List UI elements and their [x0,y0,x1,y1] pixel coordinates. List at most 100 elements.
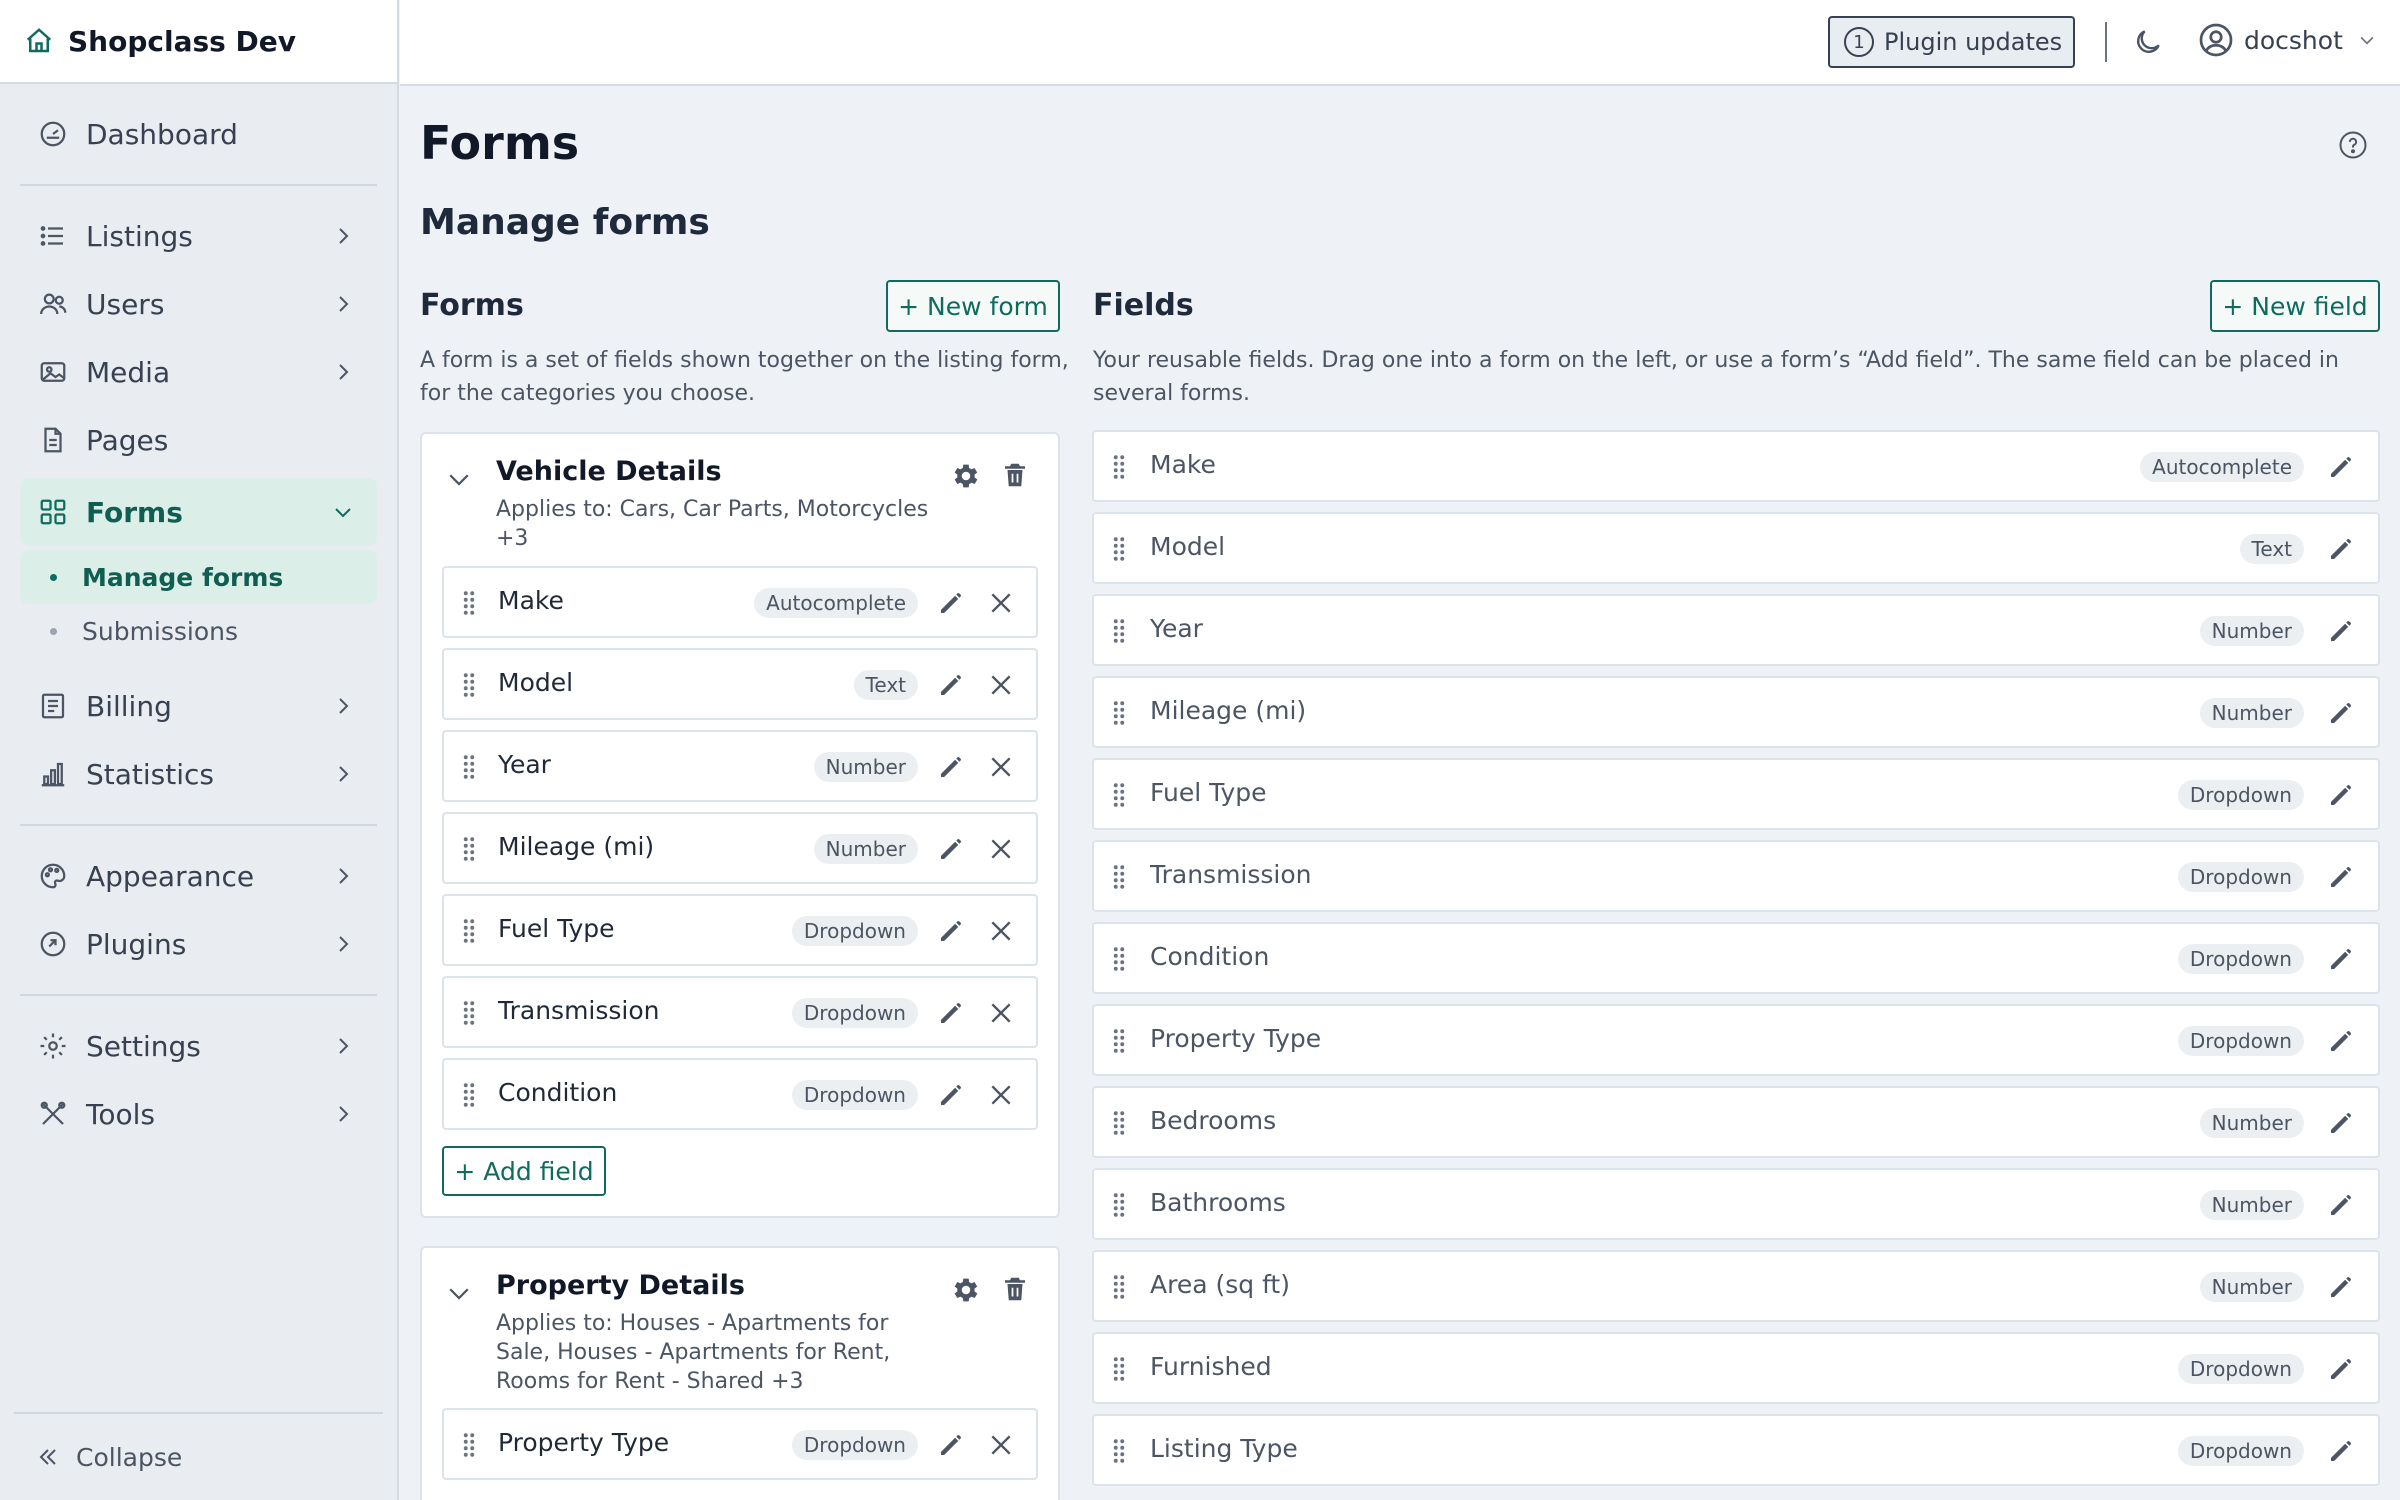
pencil-icon[interactable] [936,752,966,782]
close-icon[interactable] [988,918,1014,944]
sidebar-item-billing[interactable]: Billing [20,672,377,740]
sidebar-item-dashboard[interactable]: Dashboard [20,100,377,168]
field-library-row[interactable]: Property Type Dropdown [1092,1004,2380,1076]
pencil-icon[interactable] [2326,1354,2356,1384]
chevron-down-icon[interactable] [444,464,474,494]
sidebar-subitem-submissions[interactable]: Submissions [20,604,377,658]
field-library-row[interactable]: Listing Type Dropdown [1092,1414,2380,1486]
drag-handle-icon[interactable] [462,918,476,944]
pencil-icon[interactable] [2326,452,2356,482]
drag-handle-icon[interactable] [1112,864,1126,890]
sidebar-item-users[interactable]: Users [20,270,377,338]
sidebar-item-listings[interactable]: Listings [20,202,377,270]
drag-handle-icon[interactable] [1112,1110,1126,1136]
add-field-button[interactable]: + Add field [442,1146,606,1196]
pencil-icon[interactable] [2326,1108,2356,1138]
close-icon[interactable] [988,672,1014,698]
close-icon[interactable] [988,1000,1014,1026]
pencil-icon[interactable] [2326,534,2356,564]
pencil-icon[interactable] [936,588,966,618]
drag-handle-icon[interactable] [462,672,476,698]
field-library-row[interactable]: Area (sq ft) Number [1092,1250,2380,1322]
drag-handle-icon[interactable] [462,1000,476,1026]
drag-handle-icon[interactable] [1112,700,1126,726]
pencil-icon[interactable] [936,1430,966,1460]
sidebar-item-plugins[interactable]: Plugins [20,910,377,978]
sidebar-subitem-manage-forms[interactable]: Manage forms [20,550,377,604]
close-icon[interactable] [988,836,1014,862]
field-library-row[interactable]: Furnished Dropdown [1092,1332,2380,1404]
collapse-sidebar-button[interactable]: Collapse [14,1412,383,1500]
pencil-icon[interactable] [936,916,966,946]
pencil-icon[interactable] [2326,1190,2356,1220]
gear-icon[interactable] [950,460,982,492]
pencil-icon[interactable] [2326,862,2356,892]
field-library-row[interactable]: Year Number [1092,594,2380,666]
trash-icon[interactable] [1000,460,1030,490]
sidebar-item-appearance[interactable]: Appearance [20,842,377,910]
drag-handle-icon[interactable] [1112,946,1126,972]
pencil-icon[interactable] [2326,1272,2356,1302]
close-icon[interactable] [988,754,1014,780]
pencil-icon[interactable] [2326,1436,2356,1466]
drag-handle-icon[interactable] [1112,782,1126,808]
sidebar-item-forms[interactable]: Forms [20,478,377,546]
pencil-icon[interactable] [936,670,966,700]
field-library-row[interactable]: Bathrooms Number [1092,1168,2380,1240]
drag-handle-icon[interactable] [462,1082,476,1108]
drag-handle-icon[interactable] [462,1432,476,1458]
new-field-button[interactable]: + New field [2210,280,2380,332]
close-icon[interactable] [988,590,1014,616]
user-menu[interactable]: docshot [2198,22,2377,58]
chevron-down-icon[interactable] [444,1278,474,1308]
sidebar-item-statistics[interactable]: Statistics [20,740,377,808]
field-library-row[interactable]: Bedrooms Number [1092,1086,2380,1158]
form-field-row[interactable]: Fuel Type Dropdown [442,894,1038,966]
field-library-row[interactable]: Transmission Dropdown [1092,840,2380,912]
plugin-updates-button[interactable]: 1 Plugin updates [1828,16,2075,68]
drag-handle-icon[interactable] [1112,1192,1126,1218]
drag-handle-icon[interactable] [1112,1438,1126,1464]
form-field-row[interactable]: Condition Dropdown [442,1058,1038,1130]
pencil-icon[interactable] [936,834,966,864]
form-field-row[interactable]: Mileage (mi) Number [442,812,1038,884]
drag-handle-icon[interactable] [1112,1028,1126,1054]
form-field-row[interactable]: Year Number [442,730,1038,802]
form-field-row[interactable]: Property Type Dropdown [442,1408,1038,1480]
gear-icon[interactable] [950,1274,982,1306]
close-icon[interactable] [988,1432,1014,1458]
drag-handle-icon[interactable] [1112,1274,1126,1300]
field-library-row[interactable]: Mileage (mi) Number [1092,676,2380,748]
pencil-icon[interactable] [936,1080,966,1110]
sidebar-item-pages[interactable]: Pages [20,406,377,474]
drag-handle-icon[interactable] [462,754,476,780]
close-icon[interactable] [988,1082,1014,1108]
pencil-icon[interactable] [2326,698,2356,728]
form-field-row[interactable]: Transmission Dropdown [442,976,1038,1048]
drag-handle-icon[interactable] [462,836,476,862]
field-library-row[interactable]: Model Text [1092,512,2380,584]
sidebar-item-settings[interactable]: Settings [20,1012,377,1080]
pencil-icon[interactable] [2326,616,2356,646]
drag-handle-icon[interactable] [1112,618,1126,644]
field-library-row[interactable]: Make Autocomplete [1092,430,2380,502]
help-icon[interactable] [2338,130,2368,160]
sidebar-item-media[interactable]: Media [20,338,377,406]
new-form-button[interactable]: + New form [886,280,1060,332]
form-field-row[interactable]: Model Text [442,648,1038,720]
pencil-icon[interactable] [2326,780,2356,810]
drag-handle-icon[interactable] [1112,454,1126,480]
sidebar-item-tools[interactable]: Tools [20,1080,377,1148]
trash-icon[interactable] [1000,1274,1030,1304]
pencil-icon[interactable] [2326,1026,2356,1056]
drag-handle-icon[interactable] [462,590,476,616]
drag-handle-icon[interactable] [1112,1356,1126,1382]
brand[interactable]: Shopclass Dev [0,0,397,84]
pencil-icon[interactable] [936,998,966,1028]
drag-handle-icon[interactable] [1112,536,1126,562]
form-field-row[interactable]: Make Autocomplete [442,566,1038,638]
pencil-icon[interactable] [2326,944,2356,974]
moon-icon[interactable] [2132,26,2164,58]
field-library-row[interactable]: Condition Dropdown [1092,922,2380,994]
field-library-row[interactable]: Fuel Type Dropdown [1092,758,2380,830]
